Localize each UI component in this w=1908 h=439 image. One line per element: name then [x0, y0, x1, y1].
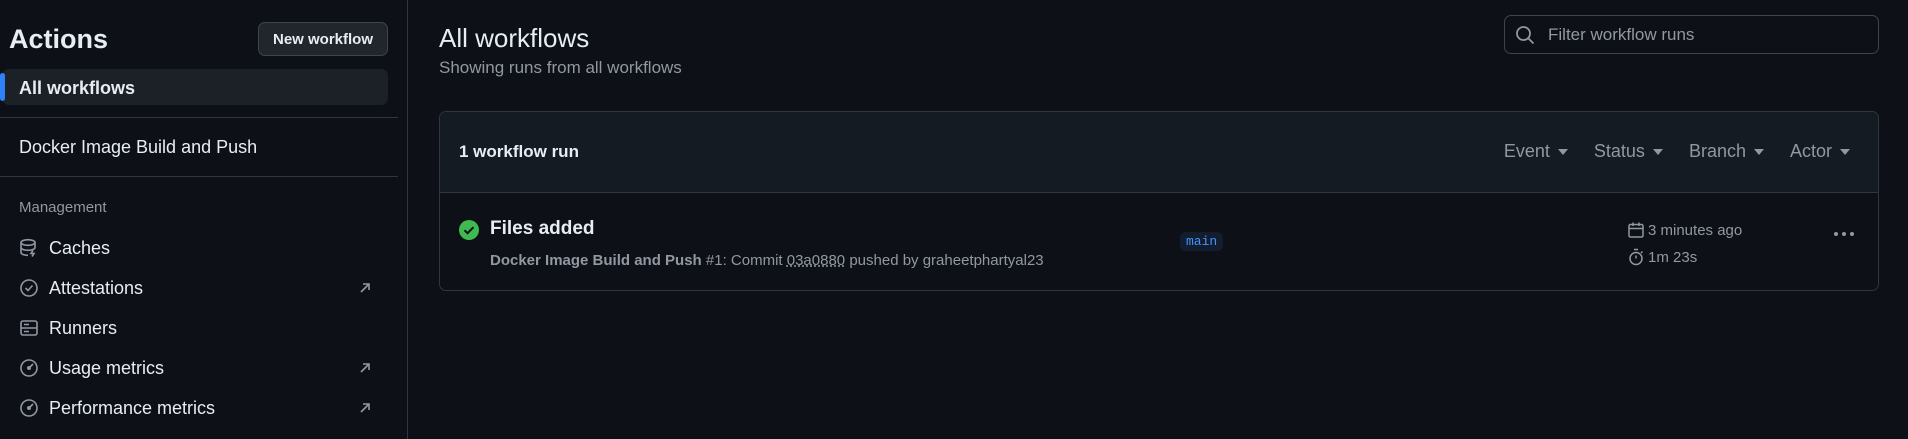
caret-down-icon	[1840, 148, 1850, 155]
active-indicator	[0, 73, 5, 101]
caret-down-icon	[1652, 148, 1663, 155]
filter-label: Actor	[1789, 141, 1832, 161]
filter-runs-input[interactable]	[1546, 23, 1878, 46]
run-duration: 1m 23s	[1627, 248, 1697, 266]
management-section-heading: Management	[19, 199, 107, 216]
filter-label: Branch	[1688, 141, 1746, 161]
filter-runs-field[interactable]	[1504, 15, 1879, 54]
run-number: #1	[705, 252, 723, 269]
caret-down-icon	[1753, 148, 1764, 155]
page-title: All workflows	[439, 23, 590, 53]
sidebar-item-workflow[interactable]: Docker Image Build and Push	[19, 137, 257, 158]
success-check-icon	[459, 220, 479, 240]
branch-filter-button[interactable]: Branch	[1689, 141, 1764, 162]
sidebar-item-label: Usage metrics	[49, 357, 165, 378]
event-filter-button[interactable]: Event	[1504, 141, 1568, 162]
run-duration-text: 1m 23s	[1648, 248, 1698, 266]
page-subtitle: Showing runs from all workflows	[439, 58, 682, 77]
external-link-icon	[356, 359, 374, 377]
commit-sha-link[interactable]: 03a0880	[787, 252, 845, 269]
run-meta-text: : Commit	[722, 252, 787, 269]
run-title-link[interactable]: Files added	[490, 218, 595, 240]
meter-icon	[18, 397, 40, 419]
sidebar: Actions New workflow All workflows Docke…	[0, 0, 408, 439]
status-filter-button[interactable]: Status	[1594, 141, 1663, 162]
run-pushed-by: pushed by graheetphartyal23	[845, 252, 1044, 269]
more-options-icon[interactable]	[1833, 231, 1855, 237]
run-workflow-name: Docker Image Build and Push	[490, 252, 702, 269]
run-count: 1 workflow run	[459, 142, 579, 161]
sidebar-item-label: Runners	[49, 317, 118, 338]
sidebar-item-label: Caches	[49, 237, 111, 258]
sidebar-item-performance-metrics[interactable]: Performance metrics	[18, 391, 374, 425]
verified-icon	[18, 277, 40, 299]
sidebar-item-label: Performance metrics	[49, 397, 216, 418]
stopwatch-icon	[1627, 248, 1645, 266]
caret-down-icon	[1557, 148, 1568, 155]
external-link-icon	[356, 399, 374, 417]
actor-filter-button[interactable]: Actor	[1790, 141, 1850, 162]
workflow-run-row[interactable]: Files added Docker Image Build and Push …	[440, 193, 1878, 290]
meter-icon	[18, 357, 40, 379]
run-meta: Docker Image Build and Push #1: Commit 0…	[490, 252, 1044, 269]
new-workflow-button[interactable]: New workflow	[258, 22, 388, 56]
sidebar-item-runners[interactable]: Runners	[18, 311, 374, 345]
filter-label: Status	[1593, 141, 1645, 161]
runs-header: 1 workflow run Event Status Branch Actor	[440, 112, 1878, 193]
sidebar-item-attestations[interactable]: Attestations	[18, 271, 374, 305]
workflow-runs-panel: 1 workflow run Event Status Branch Actor…	[439, 111, 1879, 291]
sidebar-divider	[0, 176, 398, 177]
sidebar-title: Actions	[9, 24, 109, 54]
run-time: 3 minutes ago	[1627, 221, 1742, 239]
branch-label[interactable]: main	[1180, 232, 1224, 251]
sidebar-item-usage-metrics[interactable]: Usage metrics	[18, 351, 374, 385]
calendar-icon	[1627, 221, 1645, 239]
filter-label: Event	[1503, 141, 1550, 161]
sidebar-item-all-workflows-label[interactable]: All workflows	[19, 78, 135, 99]
external-link-icon	[356, 279, 374, 297]
sidebar-item-label: Attestations	[49, 277, 144, 298]
sidebar-divider	[0, 117, 398, 118]
database-icon	[18, 237, 40, 259]
search-icon	[1514, 24, 1536, 46]
server-icon	[18, 317, 40, 339]
run-time-text: 3 minutes ago	[1648, 221, 1743, 239]
sidebar-item-caches[interactable]: Caches	[18, 231, 374, 265]
run-filters: Event Status Branch Actor	[1504, 141, 1850, 162]
